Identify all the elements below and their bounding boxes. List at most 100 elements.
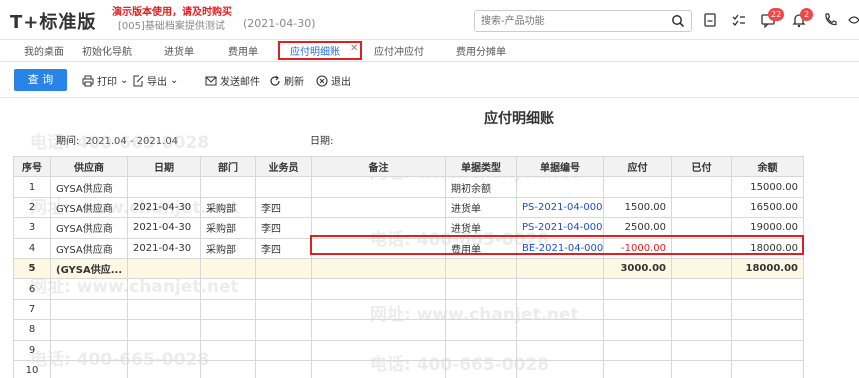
salesperson-cell	[255, 176, 312, 198]
column-header[interactable]: 单据编号	[516, 155, 604, 178]
query-button[interactable]: 查 询	[14, 69, 67, 91]
active-tab-highlight	[278, 41, 362, 60]
salesperson-cell: 李四	[255, 196, 312, 219]
phone-icon[interactable]	[822, 12, 838, 28]
doc-type-cell: 期初余额	[445, 176, 517, 198]
export-icon	[133, 75, 144, 86]
subtotal-row[interactable]: 5 (GYSA供应... 3000.00 18000.00	[13, 257, 804, 280]
doc-number-link[interactable]: PS-2021-04-0001	[516, 196, 604, 219]
row-index: 8	[13, 319, 51, 341]
row-index: 1	[13, 176, 51, 198]
doc-type-cell	[445, 257, 517, 280]
column-header[interactable]: 供应商	[50, 155, 128, 178]
balance-cell: 18000.00	[731, 257, 804, 280]
payable-cell: 3000.00	[603, 257, 672, 280]
doc-number-link[interactable]	[516, 176, 604, 198]
payable-cell: -1000.00	[603, 237, 672, 259]
balance-cell: 18000.00	[731, 237, 804, 259]
period-value: 2021.04 - 2021.04	[85, 136, 179, 147]
supplier-cell: GYSA供应商	[50, 217, 128, 239]
paid-cell	[671, 237, 732, 259]
row-index: 5	[13, 257, 51, 280]
print-button[interactable]: 打印 ⌄	[82, 73, 128, 88]
doc-type-cell: 进货单	[445, 217, 517, 239]
tab-payable-offset[interactable]: 应付冲应付	[374, 43, 424, 58]
table-row[interactable]: 6	[13, 278, 804, 300]
balance-cell: 15000.00	[731, 176, 804, 198]
tab-purchase-receipt[interactable]: 进货单	[164, 43, 194, 58]
doc-type-cell: 进货单	[445, 196, 517, 219]
table-row[interactable]: 1 GYSA供应商 期初余额 15000.00	[13, 176, 804, 198]
table-row[interactable]: 4 GYSA供应商 2021-04-30 采购部 李四 费用单 BE-2021-…	[13, 237, 804, 259]
tab-bar: 我的桌面 初始化导航 进货单 费用单 应付明细账 ✕ 应付冲应付 费用分摊单	[0, 40, 859, 62]
supplier-cell: GYSA供应商	[50, 237, 128, 259]
app-logo: T+标准版	[10, 12, 97, 33]
exit-label: 退出	[331, 77, 351, 88]
more-icon[interactable]	[846, 12, 859, 28]
send-email-button[interactable]: 发送邮件	[205, 73, 260, 88]
supplier-cell: GYSA供应商	[50, 196, 128, 219]
row-index: 9	[13, 339, 51, 361]
table-row[interactable]: 7	[13, 298, 804, 321]
checklist-icon[interactable]	[731, 12, 747, 28]
doc-number-link[interactable]: BE-2021-04-0001	[516, 237, 604, 259]
remark-cell	[311, 196, 446, 219]
department-cell	[200, 257, 256, 280]
payables-detail-table: 序号 供应商 日期 部门 业务员 备注 单据类型 单据编号 应付 已付 余额 1…	[13, 155, 804, 378]
row-index: 10	[13, 359, 51, 378]
print-label: 打印	[97, 77, 117, 88]
refresh-icon	[270, 75, 280, 86]
table-row[interactable]: 10	[13, 359, 804, 378]
row-index: 7	[13, 298, 51, 321]
account-date: (2021-04-30)	[243, 17, 316, 30]
column-header[interactable]: 序号	[13, 155, 51, 178]
table-row[interactable]: 3 GYSA供应商 2021-04-30 采购部 李四 进货单 PS-2021-…	[13, 217, 804, 239]
row-index: 2	[13, 196, 51, 219]
column-header[interactable]: 业务员	[255, 155, 312, 178]
top-bar: T+标准版 演示版本使用，请及时购买 [005]基础档案提供测试 (2021-0…	[0, 0, 859, 40]
salesperson-cell: 李四	[255, 237, 312, 259]
table-row[interactable]: 9	[13, 339, 804, 361]
printer-icon	[82, 75, 94, 86]
column-header[interactable]: 应付	[603, 155, 672, 178]
period-field: 期间: 2021.04 - 2021.04	[56, 132, 178, 147]
search-box[interactable]	[474, 10, 692, 32]
document-icon[interactable]	[702, 12, 718, 28]
column-header[interactable]: 备注	[311, 155, 446, 178]
date-label: 日期:	[310, 136, 334, 147]
exit-button[interactable]: 退出	[316, 73, 351, 88]
column-header[interactable]: 单据类型	[445, 155, 517, 178]
refresh-label: 刷新	[284, 77, 304, 88]
paid-cell	[671, 257, 732, 280]
date-cell: 2021-04-30	[127, 196, 201, 219]
tab-expense-allocation[interactable]: 费用分摊单	[456, 43, 506, 58]
column-header[interactable]: 日期	[127, 155, 201, 178]
doc-number-link[interactable]: PS-2021-04-0002	[516, 217, 604, 239]
balance-cell: 16500.00	[731, 196, 804, 219]
table-row[interactable]: 8	[13, 319, 804, 341]
tab-my-desktop[interactable]: 我的桌面	[24, 43, 64, 58]
row-index: 4	[13, 237, 51, 259]
export-button[interactable]: 导出 ⌄	[132, 73, 178, 88]
supplier-cell: GYSA供应商	[50, 176, 128, 198]
search-icon[interactable]	[671, 14, 685, 28]
remark-cell	[311, 176, 446, 198]
chevron-down-icon: ⌄	[170, 75, 179, 86]
table-row[interactable]: 2 GYSA供应商 2021-04-30 采购部 李四 进货单 PS-2021-…	[13, 196, 804, 219]
salesperson-cell: 李四	[255, 217, 312, 239]
remark-cell	[311, 237, 446, 259]
demo-notice: 演示版本使用，请及时购买	[112, 7, 232, 18]
payable-cell	[603, 176, 672, 198]
column-header[interactable]: 部门	[200, 155, 256, 178]
search-input[interactable]	[481, 11, 661, 31]
tab-init-navigation[interactable]: 初始化导航	[82, 43, 132, 58]
department-cell: 采购部	[200, 237, 256, 259]
column-header[interactable]: 余额	[731, 155, 804, 178]
account-name[interactable]: [005]基础档案提供测试	[118, 17, 225, 32]
refresh-button[interactable]: 刷新	[269, 73, 304, 88]
send-email-label: 发送邮件	[220, 77, 260, 88]
tab-expense-bill[interactable]: 费用单	[228, 43, 258, 58]
column-header[interactable]: 已付	[671, 155, 732, 178]
email-icon	[205, 76, 217, 85]
department-cell	[200, 176, 256, 198]
